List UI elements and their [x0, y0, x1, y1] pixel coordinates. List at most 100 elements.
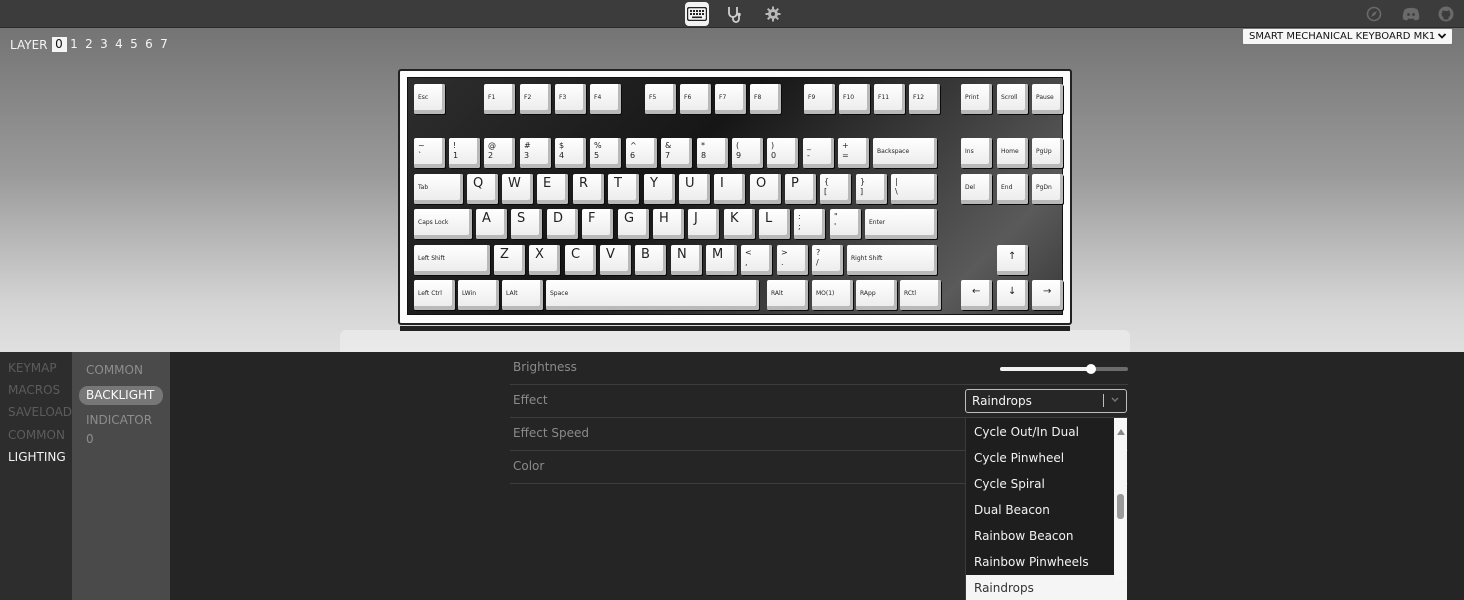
key-n5[interactable]: % 5 — [590, 138, 621, 168]
key-e[interactable]: E — [537, 174, 568, 204]
key-right[interactable]: → — [1032, 280, 1063, 310]
effect-option[interactable]: Rainbow Beacon — [966, 523, 1114, 549]
key-slash[interactable]: ? / — [812, 245, 843, 275]
menu-item-lighting[interactable]: LIGHTING — [8, 450, 66, 464]
key-d[interactable]: D — [547, 209, 578, 239]
key-semi[interactable]: :; — [794, 209, 825, 239]
gear-icon[interactable] — [761, 2, 785, 26]
dropdown-scroll-thumb[interactable] — [1117, 494, 1124, 519]
key-print[interactable]: Print — [961, 84, 992, 114]
key-pause[interactable]: Pause — [1032, 84, 1063, 114]
effect-option-selected[interactable]: Raindrops — [966, 575, 1127, 600]
key-v[interactable]: V — [600, 245, 631, 275]
key-r[interactable]: R — [573, 174, 604, 204]
key-lalt[interactable]: LAlt — [502, 280, 543, 310]
key-rshift[interactable]: Right Shift — [847, 245, 937, 275]
key-k[interactable]: K — [724, 209, 755, 239]
layer-4-button[interactable]: 4 — [112, 37, 127, 52]
compass-icon[interactable] — [1362, 2, 1386, 26]
key-f7[interactable]: F7 — [715, 84, 746, 114]
key-f4[interactable]: F4 — [590, 84, 621, 114]
discord-icon[interactable] — [1399, 2, 1423, 26]
effect-dropdown-list[interactable]: Cycle Out/In Dual Cycle Pinwheel Cycle S… — [965, 418, 1127, 600]
stethoscope-icon[interactable] — [722, 2, 746, 26]
effect-option[interactable]: Rainbow Pinwheels — [966, 549, 1114, 575]
key-t[interactable]: T — [608, 174, 639, 204]
submenu-item-common[interactable]: COMMON — [79, 361, 163, 380]
key-f1[interactable]: F1 — [484, 84, 515, 114]
layer-0-button[interactable]: 0 — [51, 37, 67, 52]
key-o[interactable]: O — [750, 174, 781, 204]
key-f2[interactable]: F2 — [520, 84, 551, 114]
brightness-slider[interactable] — [1000, 364, 1128, 374]
effect-option[interactable]: Cycle Out/In Dual — [966, 419, 1114, 445]
key-n0[interactable]: ) 0 — [767, 138, 798, 168]
key-c[interactable]: C — [565, 245, 596, 275]
key-tab[interactable]: Tab — [414, 174, 463, 204]
key-n[interactable]: N — [671, 245, 702, 275]
key-rapp[interactable]: RApp — [856, 280, 897, 310]
effect-option[interactable]: Cycle Pinwheel — [966, 445, 1114, 471]
key-i[interactable]: I — [714, 174, 745, 204]
key-pgdn[interactable]: PgDn — [1032, 174, 1063, 204]
key-f9[interactable]: F9 — [804, 84, 835, 114]
key-minus[interactable]: _ - — [803, 138, 834, 168]
key-lctrl[interactable]: Left Ctrl — [414, 280, 455, 310]
key-f10[interactable]: F10 — [839, 84, 870, 114]
key-del[interactable]: Del — [961, 174, 992, 204]
key-n7[interactable]: & 7 — [661, 138, 692, 168]
key-equal[interactable]: + = — [838, 138, 869, 168]
key-lshift[interactable]: Left Shift — [414, 245, 490, 275]
key-lwin[interactable]: LWin — [458, 280, 499, 310]
key-l[interactable]: L — [759, 209, 790, 239]
key-n6[interactable]: ^ 6 — [626, 138, 657, 168]
key-bslash[interactable]: | \ — [891, 174, 937, 204]
effect-option[interactable]: Cycle Spiral — [966, 471, 1114, 497]
key-backspace[interactable]: Backspace — [873, 138, 937, 168]
key-p[interactable]: P — [785, 174, 816, 204]
layer-1-button[interactable]: 1 — [67, 37, 82, 52]
key-end[interactable]: End — [997, 174, 1028, 204]
key-s[interactable]: S — [511, 209, 542, 239]
layer-5-button[interactable]: 5 — [127, 37, 142, 52]
key-f12[interactable]: F12 — [909, 84, 940, 114]
key-pgup[interactable]: PgUp — [1032, 138, 1063, 168]
key-caps[interactable]: Caps Lock — [414, 209, 472, 239]
effect-option[interactable]: Dual Beacon — [966, 497, 1114, 523]
key-ins[interactable]: Ins — [961, 138, 992, 168]
submenu-item-indicator-0[interactable]: INDICATOR 0 — [79, 411, 163, 446]
key-w[interactable]: W — [502, 174, 533, 204]
github-icon[interactable] — [1434, 2, 1458, 26]
key-y[interactable]: Y — [644, 174, 675, 204]
brightness-slider-thumb[interactable] — [1085, 364, 1096, 374]
key-h[interactable]: H — [653, 209, 684, 239]
key-esc[interactable]: Esc — [414, 84, 445, 114]
effect-select[interactable]: Raindrops — [965, 389, 1127, 413]
key-space[interactable]: Space — [546, 280, 759, 310]
key-n9[interactable]: (9 — [732, 138, 763, 168]
key-j[interactable]: J — [688, 209, 719, 239]
key-down[interactable]: ↓ — [997, 280, 1028, 310]
key-home[interactable]: Home — [997, 138, 1028, 168]
key-f5[interactable]: F5 — [645, 84, 676, 114]
key-scroll[interactable]: Scroll — [997, 84, 1028, 114]
key-f6[interactable]: F6 — [680, 84, 711, 114]
key-n8[interactable]: * 8 — [697, 138, 728, 168]
key-b[interactable]: B — [635, 245, 666, 275]
key-left[interactable]: ← — [961, 280, 992, 310]
key-z[interactable]: Z — [494, 245, 525, 275]
menu-item-macros[interactable]: MACROS — [8, 383, 60, 397]
key-f[interactable]: F — [582, 209, 613, 239]
key-ralt[interactable]: RAlt — [767, 280, 808, 310]
key-rctl[interactable]: RCtl — [900, 280, 941, 310]
keyboard-select[interactable]: SMART MECHANICAL KEYBOARD MK1 — [1242, 28, 1453, 45]
layer-7-button[interactable]: 7 — [157, 37, 172, 52]
key-f11[interactable]: F11 — [874, 84, 905, 114]
key-m[interactable]: M — [706, 245, 737, 275]
submenu-item-backlight[interactable]: BACKLIGHT — [79, 386, 163, 405]
layer-2-button[interactable]: 2 — [82, 37, 97, 52]
key-f3[interactable]: F3 — [555, 84, 586, 114]
key-comma[interactable]: <, — [741, 245, 772, 275]
key-quote[interactable]: " ' — [830, 209, 861, 239]
key-u[interactable]: U — [679, 174, 710, 204]
